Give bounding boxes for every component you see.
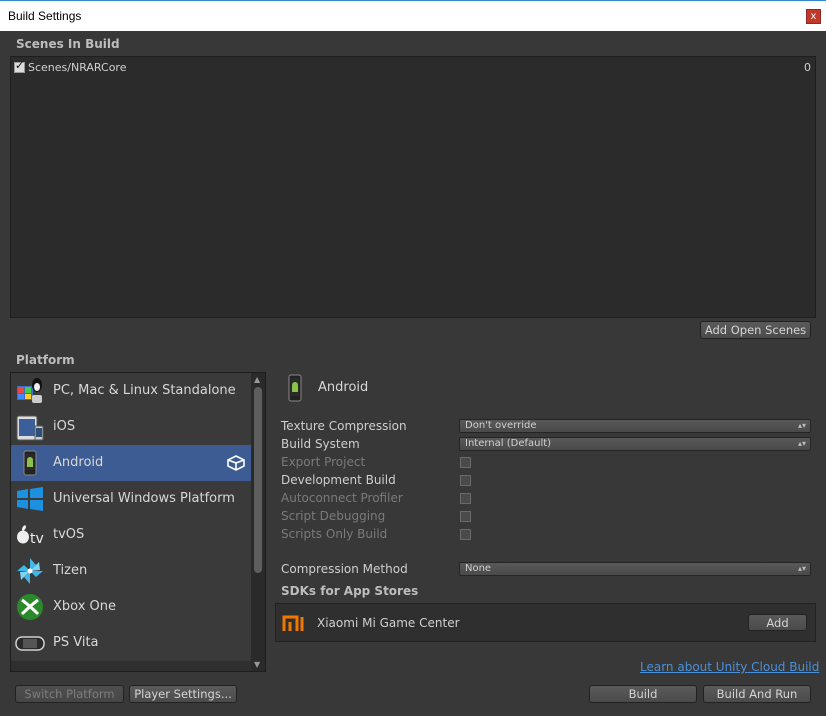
platform-list: PC, Mac & Linux Standalone iOS Android U…	[10, 372, 266, 672]
close-button[interactable]: x	[806, 9, 821, 24]
xbox-icon	[17, 594, 43, 620]
platform-header: Platform	[16, 353, 75, 367]
build-system-value: Internal (Default)	[465, 438, 552, 449]
texture-compression-label: Texture Compression	[281, 419, 407, 433]
window-title: Build Settings	[8, 9, 82, 23]
autoconnect-profiler-label: Autoconnect Profiler	[281, 491, 403, 505]
build-system-dropdown[interactable]: Internal (Default) ▴▾	[459, 437, 811, 451]
unity-active-platform-icon	[227, 455, 245, 471]
pc-mac-linux-icon	[17, 378, 42, 403]
dropdown-arrow-icon: ▴▾	[797, 564, 806, 573]
add-sdk-button[interactable]: Add	[748, 614, 807, 631]
scroll-thumb[interactable]	[254, 387, 262, 573]
build-and-run-button[interactable]: Build And Run	[703, 685, 811, 703]
scenes-list: Scenes/NRARCore 0	[10, 56, 816, 318]
export-project-label: Export Project	[281, 455, 366, 469]
platform-item-tvos[interactable]: tv tvOS	[11, 517, 251, 553]
compression-method-label: Compression Method	[281, 562, 408, 576]
platform-label: iOS	[53, 419, 76, 434]
platform-item-android[interactable]: Android	[11, 445, 251, 481]
scroll-down-icon[interactable]: ▼	[254, 660, 260, 669]
xiaomi-mi-icon	[282, 615, 310, 632]
script-debugging-label: Script Debugging	[281, 509, 386, 523]
platform-item-ios[interactable]: iOS	[11, 409, 251, 445]
platform-label: PS Vita	[53, 635, 99, 650]
platform-title: Android	[318, 380, 369, 395]
platform-item-uwp[interactable]: Universal Windows Platform	[11, 481, 251, 517]
compression-method-dropdown[interactable]: None ▴▾	[459, 562, 811, 576]
switch-platform-button[interactable]: Switch Platform	[15, 685, 124, 703]
platform-label: Xbox One	[53, 599, 117, 614]
export-project-checkbox[interactable]	[460, 457, 471, 468]
dropdown-arrow-icon: ▴▾	[797, 439, 806, 448]
scene-index: 0	[804, 61, 811, 74]
build-system-label: Build System	[281, 437, 360, 451]
ios-devices-icon	[16, 415, 44, 441]
platform-scrollbar[interactable]: ▲ ▼	[251, 373, 265, 671]
scene-row[interactable]: Scenes/NRARCore 0	[14, 59, 811, 76]
platform-item-tizen[interactable]: Tizen	[11, 553, 251, 589]
development-build-label: Development Build	[281, 473, 396, 487]
compression-method-value: None	[465, 563, 492, 574]
player-settings-button[interactable]: Player Settings...	[129, 685, 237, 703]
platform-item-pc-mac-linux[interactable]: PC, Mac & Linux Standalone	[11, 373, 251, 409]
scenes-header: Scenes In Build	[16, 37, 120, 51]
platform-label: Tizen	[53, 563, 88, 578]
build-button[interactable]: Build	[589, 685, 697, 703]
autoconnect-profiler-checkbox[interactable]	[460, 493, 471, 504]
scripts-only-build-checkbox[interactable]	[460, 529, 471, 540]
android-phone-icon	[288, 374, 302, 402]
cloud-build-link[interactable]: Learn about Unity Cloud Build	[640, 660, 819, 674]
platform-label: Android	[53, 455, 104, 470]
platform-label: tvOS	[53, 527, 85, 542]
apple-tv-icon: tv	[17, 525, 44, 547]
sdks-header: SDKs for App Stores	[281, 584, 419, 598]
dropdown-arrow-icon: ▴▾	[797, 421, 806, 430]
scroll-up-icon[interactable]: ▲	[254, 375, 260, 384]
android-phone-icon	[23, 450, 37, 476]
platform-label: Universal Windows Platform	[53, 491, 235, 506]
platform-item-ps-vita[interactable]: PS Vita	[11, 625, 251, 661]
svg-text:tv: tv	[30, 531, 44, 547]
texture-compression-value: Don't override	[465, 420, 537, 431]
scene-checkbox[interactable]	[14, 59, 25, 73]
tizen-icon	[17, 558, 43, 584]
sdk-name: Xiaomi Mi Game Center	[317, 616, 460, 630]
scripts-only-build-label: Scripts Only Build	[281, 527, 388, 541]
sdk-panel: Xiaomi Mi Game Center Add	[275, 603, 816, 642]
platform-label: PC, Mac & Linux Standalone	[53, 383, 236, 398]
title-bar: Build Settings x	[0, 0, 826, 31]
texture-compression-dropdown[interactable]: Don't override ▴▾	[459, 419, 811, 433]
script-debugging-checkbox[interactable]	[460, 511, 471, 522]
scene-name: Scenes/NRARCore	[28, 61, 127, 74]
platform-item-xbox-one[interactable]: Xbox One	[11, 589, 251, 625]
windows-icon	[17, 487, 43, 511]
development-build-checkbox[interactable]	[460, 475, 471, 486]
add-open-scenes-button[interactable]: Add Open Scenes	[700, 321, 811, 339]
ps-vita-icon	[15, 636, 45, 651]
